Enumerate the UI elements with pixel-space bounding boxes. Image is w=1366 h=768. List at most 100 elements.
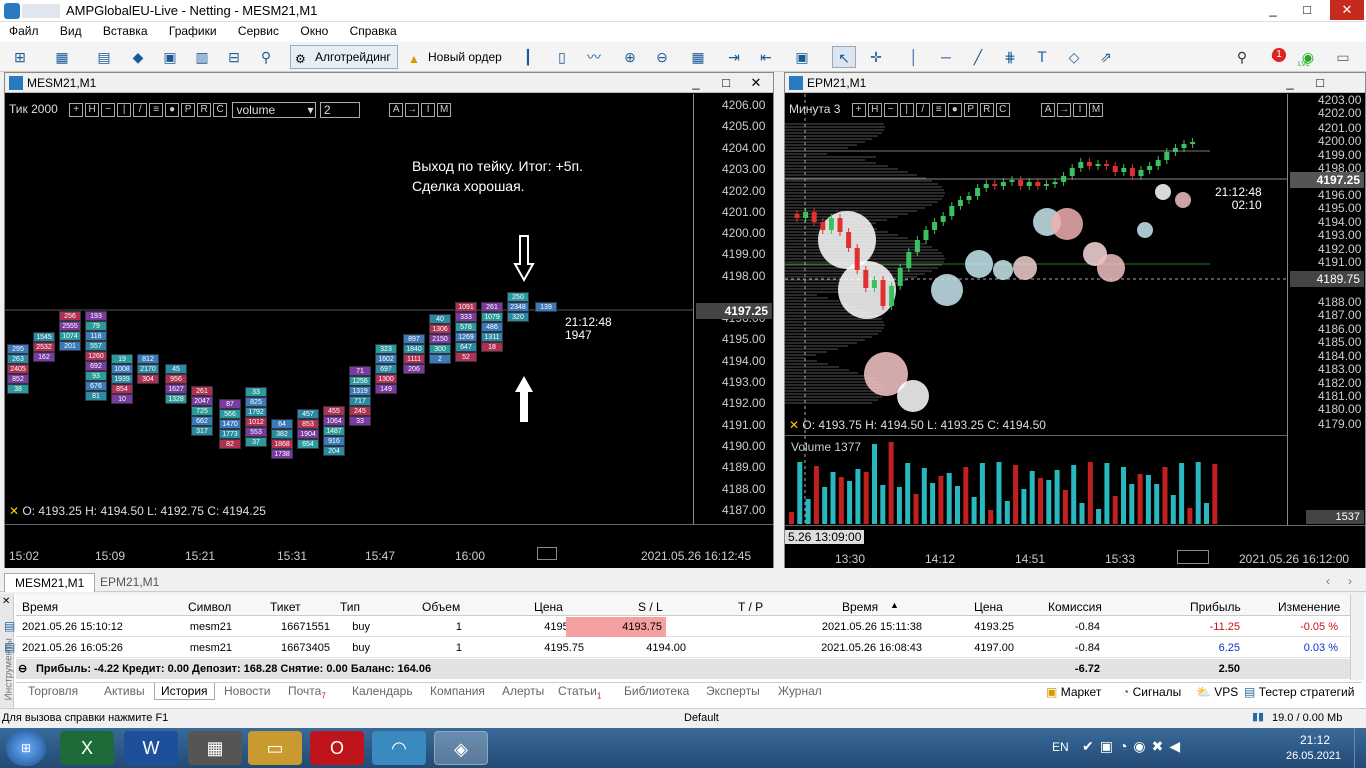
opera-icon[interactable]: O xyxy=(310,731,364,765)
volume-pane[interactable]: Volume 1377 xyxy=(785,435,1287,526)
th-open-time[interactable]: Время xyxy=(22,600,58,614)
shapes-icon[interactable]: ◇ xyxy=(1062,46,1086,68)
calculator-icon[interactable]: ▦ xyxy=(188,731,242,765)
param-select[interactable]: volume ▾ xyxy=(232,102,317,118)
table-row[interactable]: ▤ 2021.05.26 16:05:26 mesm21 16673405 buy 1 41… xyxy=(4,638,1350,658)
text-icon[interactable]: Ｔ xyxy=(1030,46,1054,68)
th-tp[interactable]: T / P xyxy=(738,600,763,614)
a-icon-2[interactable]: A xyxy=(1041,102,1056,117)
collapse-icon[interactable]: ⊖ xyxy=(18,662,27,675)
tabs-scroll-left-icon[interactable]: ‹ xyxy=(1326,574,1330,588)
m-icon-2[interactable]: M xyxy=(1089,102,1104,117)
th-price[interactable]: Цена xyxy=(534,600,563,614)
auto-scroll-icon[interactable]: ⇥ xyxy=(722,46,746,68)
navigator-icon[interactable]: ◆ xyxy=(126,46,150,68)
chart-tab-epm21[interactable]: EPM21,M1 xyxy=(96,575,163,589)
table-scrollbar[interactable] xyxy=(1350,594,1364,680)
bottom-tab[interactable]: Библиотека xyxy=(618,683,695,699)
h-icon[interactable]: H xyxy=(85,103,100,117)
crosshair-icon[interactable]: ✛ xyxy=(864,46,888,68)
show-desktop-button[interactable] xyxy=(1354,728,1366,768)
word-icon[interactable]: W xyxy=(124,731,178,765)
time-axis[interactable]: 15:02 15:09 15:21 15:31 15:47 16:00 2021.05.2… xyxy=(5,524,773,568)
chart-close-button[interactable]: ✕ xyxy=(741,73,771,93)
slash-icon[interactable]: / xyxy=(133,103,148,117)
th-close-time[interactable]: Время xyxy=(842,600,878,614)
th-profit[interactable]: Прибыль xyxy=(1190,600,1241,614)
arrow-icon[interactable]: → xyxy=(405,103,420,117)
vertical-line-icon[interactable]: │ xyxy=(902,46,926,68)
r-icon[interactable]: R xyxy=(197,103,212,117)
c-icon[interactable]: C xyxy=(213,103,228,117)
explorer-icon[interactable]: ▭ xyxy=(248,731,302,765)
tray-icons[interactable]: ✔▣◔◉✖◀ xyxy=(1082,738,1186,755)
bottom-tab[interactable]: Статьи1 xyxy=(552,683,607,701)
add-icon[interactable]: + xyxy=(69,103,84,117)
minus-icon[interactable]: − xyxy=(101,103,116,117)
th-change[interactable]: Изменение xyxy=(1278,600,1340,614)
th-sl[interactable]: S / L xyxy=(638,600,663,614)
market-watch-icon[interactable]: ▤ xyxy=(92,46,116,68)
tile-windows-icon[interactable]: ▦ xyxy=(686,46,710,68)
minimize-button[interactable]: _ xyxy=(1258,0,1288,20)
add-icon-2[interactable]: + xyxy=(851,102,866,117)
chart-tab-mesm21[interactable]: MESM21,M1 xyxy=(4,573,96,592)
bottom-tab[interactable]: Эксперты xyxy=(700,683,766,699)
bar-icon-2[interactable]: | xyxy=(899,102,914,117)
menu-tools[interactable]: Сервис xyxy=(229,22,288,40)
chart-minimize-button[interactable]: _ xyxy=(681,73,711,93)
language-indicator[interactable]: EN xyxy=(1052,740,1069,754)
dot-icon[interactable]: ● xyxy=(165,103,180,117)
bottom-tab[interactable]: История xyxy=(154,683,215,700)
p-icon-2[interactable]: P xyxy=(963,102,978,117)
trendline-icon[interactable]: ╱ xyxy=(966,46,990,68)
fibo-icon[interactable]: ⋕ xyxy=(998,46,1022,68)
metatrader-icon[interactable]: ◈ xyxy=(434,731,488,765)
bottom-tab[interactable]: Новости xyxy=(218,683,276,699)
th-volume[interactable]: Объем xyxy=(422,600,460,614)
clock-time[interactable]: 21:12 xyxy=(1300,733,1330,747)
chart2-plot-area[interactable]: Минута 3 + H − | / ≡ ● P R C A → I M 21:12:48 02:10 … xyxy=(785,94,1287,434)
chart2-maximize-button[interactable]: □ xyxy=(1305,73,1335,93)
a-icon[interactable]: A xyxy=(389,103,404,117)
c-icon-2[interactable]: C xyxy=(995,102,1010,117)
lines-icon[interactable]: ≡ xyxy=(149,103,164,117)
menu-file[interactable]: Файл xyxy=(0,22,48,40)
h-icon-2[interactable]: H xyxy=(867,102,882,117)
zoom-in-icon[interactable]: ⊕ xyxy=(618,46,642,68)
new-chart-icon[interactable]: ⊞ xyxy=(8,46,32,68)
bottom-tab[interactable]: Активы xyxy=(98,683,151,699)
data-window-icon[interactable]: ⊟ xyxy=(222,46,246,68)
toolbox-close-icon[interactable]: ✕ xyxy=(2,596,10,607)
close-button[interactable]: ✕ xyxy=(1330,0,1364,20)
bottom-tab[interactable]: Алерты xyxy=(496,683,550,699)
chart-maximize-button[interactable]: □ xyxy=(711,73,741,93)
maximize-button[interactable]: □ xyxy=(1292,0,1322,20)
p-icon[interactable]: P xyxy=(181,103,196,117)
zoom-out-icon[interactable]: ⊖ xyxy=(650,46,674,68)
line-chart-icon[interactable]: 〰 xyxy=(582,46,606,68)
clock-date[interactable]: 26.05.2021 xyxy=(1286,750,1341,762)
arrow-icon-2[interactable]: → xyxy=(1057,102,1072,117)
bottom-tab[interactable]: Торговля xyxy=(22,683,84,699)
dot-icon-2[interactable]: ● xyxy=(947,102,962,117)
vps-link[interactable]: ⛅ VPS xyxy=(1196,685,1238,699)
profiles-icon[interactable]: ▦ xyxy=(50,46,74,68)
arrows-icon[interactable]: ⇗ xyxy=(1094,46,1118,68)
bar-chart-icon[interactable]: ┃ xyxy=(516,46,540,68)
scroll-box[interactable] xyxy=(537,547,557,560)
price-axis-2[interactable]: 4203.00 4202.00 4201.00 4200.00 4199.00 4198.… xyxy=(1287,93,1365,525)
lines-icon-2[interactable]: ≡ xyxy=(931,102,946,117)
excel-icon[interactable]: X xyxy=(60,731,114,765)
th-commission[interactable]: Комиссия xyxy=(1048,600,1102,614)
bar-icon[interactable]: | xyxy=(117,103,132,117)
strategy-icon[interactable]: ▥ xyxy=(190,46,214,68)
minus-icon-2[interactable]: − xyxy=(883,102,898,117)
bottom-tab[interactable]: Журнал xyxy=(772,683,828,699)
menu-insert[interactable]: Вставка xyxy=(94,22,157,40)
tabs-scroll-right-icon[interactable]: › xyxy=(1348,574,1352,588)
menu-window[interactable]: Окно xyxy=(291,22,337,40)
bottom-tab[interactable]: Почта7 xyxy=(282,683,332,701)
account-avatar[interactable]: ▭ xyxy=(1326,46,1360,68)
bottom-tab[interactable]: Календарь xyxy=(346,683,419,699)
